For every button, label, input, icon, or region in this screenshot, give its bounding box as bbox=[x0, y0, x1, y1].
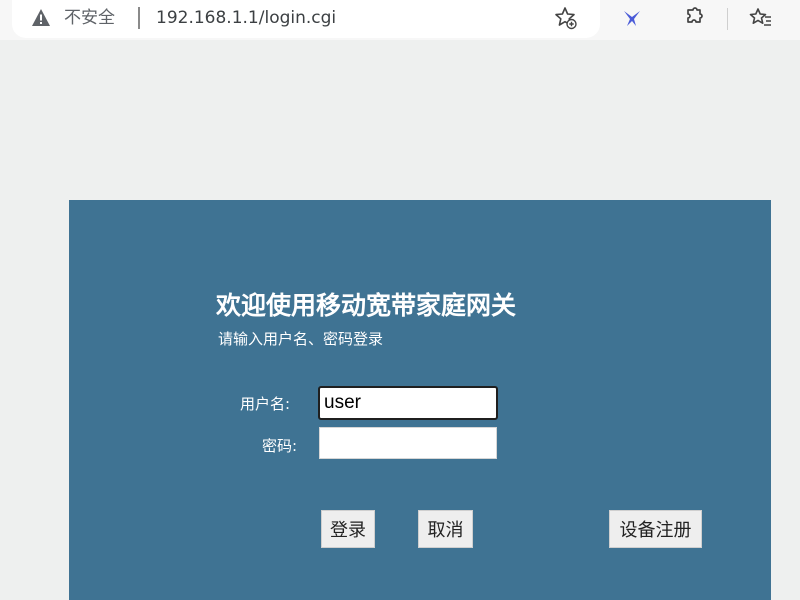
url-text[interactable]: 192.168.1.1/login.cgi bbox=[156, 6, 336, 30]
browser-toolbar: 不安全 192.168.1.1/login.cgi bbox=[0, 0, 800, 40]
star-add-icon[interactable] bbox=[553, 5, 579, 31]
security-status-label[interactable]: 不安全 bbox=[64, 6, 115, 30]
page-title: 欢迎使用移动宽带家庭网关 bbox=[216, 291, 517, 320]
assistant-icon[interactable] bbox=[619, 5, 645, 31]
toolbar-separator bbox=[727, 8, 728, 30]
cancel-button[interactable]: 取消 bbox=[418, 510, 473, 548]
url-separator bbox=[138, 7, 140, 29]
warning-icon[interactable] bbox=[31, 8, 51, 27]
extensions-icon[interactable] bbox=[680, 5, 706, 31]
username-label: 用户名: bbox=[240, 395, 291, 413]
login-button[interactable]: 登录 bbox=[321, 510, 375, 548]
username-input[interactable]: user bbox=[318, 386, 498, 420]
page-subtitle: 请输入用户名、密码登录 bbox=[218, 330, 384, 348]
favorites-icon[interactable] bbox=[748, 5, 774, 31]
device-register-button[interactable]: 设备注册 bbox=[609, 510, 702, 548]
password-label: 密码: bbox=[262, 437, 298, 455]
password-input[interactable] bbox=[319, 427, 497, 459]
